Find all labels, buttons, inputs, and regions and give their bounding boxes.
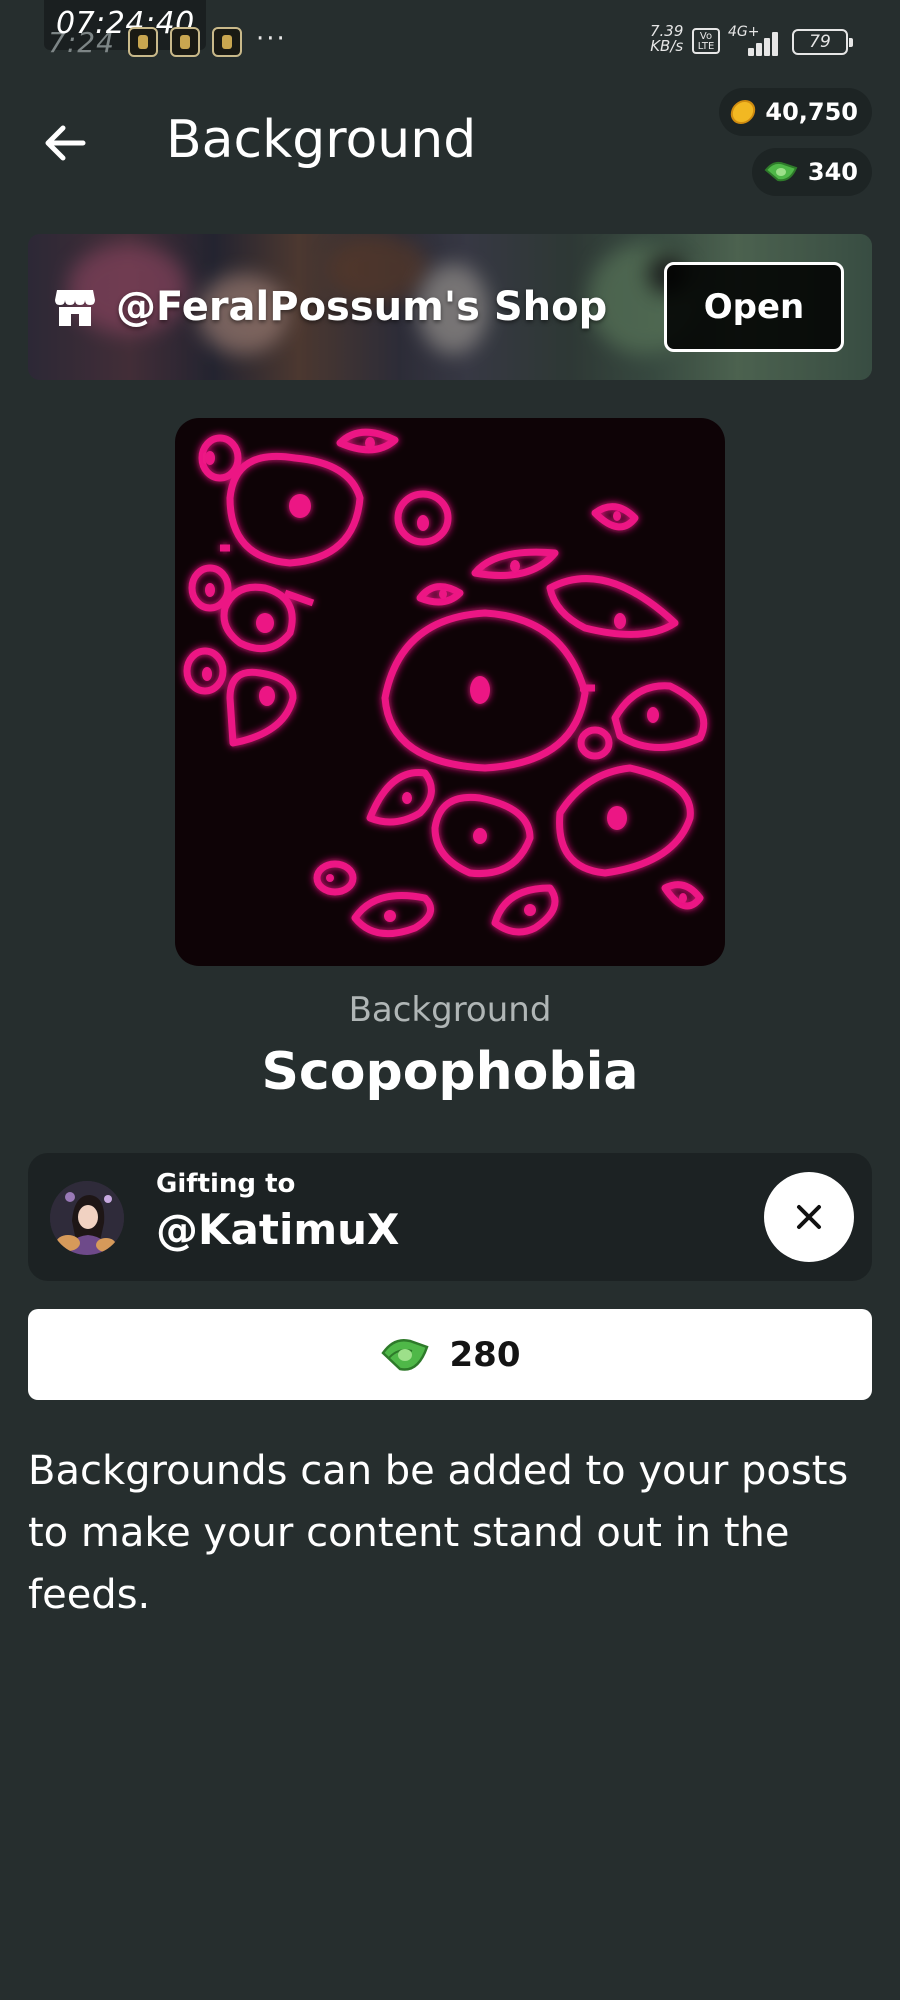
arrow-left-icon <box>45 125 86 161</box>
battery-icon: 79 <box>792 29 853 55</box>
close-icon <box>797 1205 821 1229</box>
cash-balance[interactable]: 340 <box>751 148 872 196</box>
background-preview-image <box>175 418 725 966</box>
network-speed-unit: KB/s <box>650 37 684 55</box>
gift-recipient: @KatimuX <box>156 1205 400 1254</box>
green-cash-icon <box>764 161 798 182</box>
cash-balance-value: 340 <box>807 158 858 186</box>
coin-balance[interactable]: 40,750 <box>719 88 872 136</box>
gifting-label: Gifting to <box>156 1169 296 1199</box>
avatar-image <box>50 1181 124 1255</box>
neon-eyes-artwork <box>183 428 708 938</box>
item-description: Backgrounds can be added to your posts t… <box>28 1448 849 1618</box>
network-speed: 7.39 KB/s <box>650 24 683 54</box>
notification-app-icon <box>128 27 158 57</box>
purchase-price: 280 <box>449 1334 521 1375</box>
more-notifications-icon: ··· <box>256 24 287 54</box>
signal-icon: 4G+ <box>728 24 784 56</box>
status-bar: 7:24 07:24:40 ··· 7.39 KB/s Vo LTE 4G+ 7… <box>0 0 900 70</box>
gifting-card: Gifting to @KatimuX <box>28 1153 872 1281</box>
notification-youtube-icon <box>212 27 242 57</box>
storefront-icon <box>55 290 95 326</box>
item-name: Scopophobia <box>261 1042 639 1102</box>
purchase-button[interactable]: 280 <box>28 1309 872 1400</box>
network-type: 4G+ <box>728 24 760 40</box>
shop-name: @FeralPossum's Shop <box>116 284 608 330</box>
open-shop-button[interactable]: Open <box>664 262 844 352</box>
remove-recipient-button[interactable] <box>764 1172 854 1262</box>
item-category: Background <box>348 990 552 1030</box>
avatar[interactable] <box>50 1181 124 1255</box>
volte-icon: Vo LTE <box>692 28 720 54</box>
page-title: Background <box>166 110 477 170</box>
coin-balance-value: 40,750 <box>765 98 858 126</box>
shop-banner[interactable]: @FeralPossum's Shop Open <box>28 234 872 380</box>
notification-bolt-icon <box>170 27 200 57</box>
gold-coin-icon <box>729 100 758 124</box>
back-button[interactable] <box>30 108 100 178</box>
green-cash-icon <box>380 1338 429 1371</box>
